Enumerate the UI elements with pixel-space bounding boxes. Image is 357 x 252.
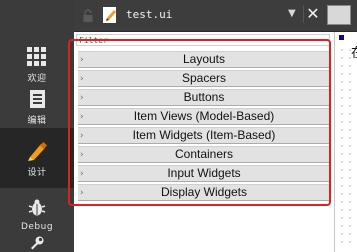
mode-design-label: 设计 xyxy=(27,167,47,178)
document-filename[interactable]: test.ui xyxy=(126,8,172,21)
mode-edit[interactable]: 编辑 xyxy=(0,76,74,136)
edit-document-icon xyxy=(29,87,45,111)
design-pencil-icon xyxy=(26,139,48,163)
mode-debug-label: Debug xyxy=(20,222,54,232)
lock-icon[interactable] xyxy=(82,8,94,22)
selection-handle[interactable] xyxy=(339,35,344,40)
chevron-down-icon[interactable]: ▼ xyxy=(288,8,296,19)
close-icon[interactable]: ✕ xyxy=(303,5,322,23)
mode-projects[interactable] xyxy=(0,234,74,252)
form-editor-canvas[interactable]: 在 xyxy=(334,32,357,252)
editor-tab-bar: test.ui ▼ ✕ xyxy=(74,0,357,32)
mode-edit-label: 编辑 xyxy=(27,115,47,126)
wrench-icon xyxy=(29,234,45,252)
ui-file-icon xyxy=(101,6,119,24)
grid-dots xyxy=(338,46,354,246)
mode-bar: 欢迎 编辑 设计 Debug xyxy=(0,0,74,252)
split-view-button[interactable] xyxy=(327,5,351,25)
mode-design[interactable]: 设计 xyxy=(0,128,74,188)
debug-bug-icon xyxy=(27,196,47,220)
welcome-grid-icon xyxy=(27,45,47,69)
annotation-highlight-box xyxy=(68,39,331,206)
